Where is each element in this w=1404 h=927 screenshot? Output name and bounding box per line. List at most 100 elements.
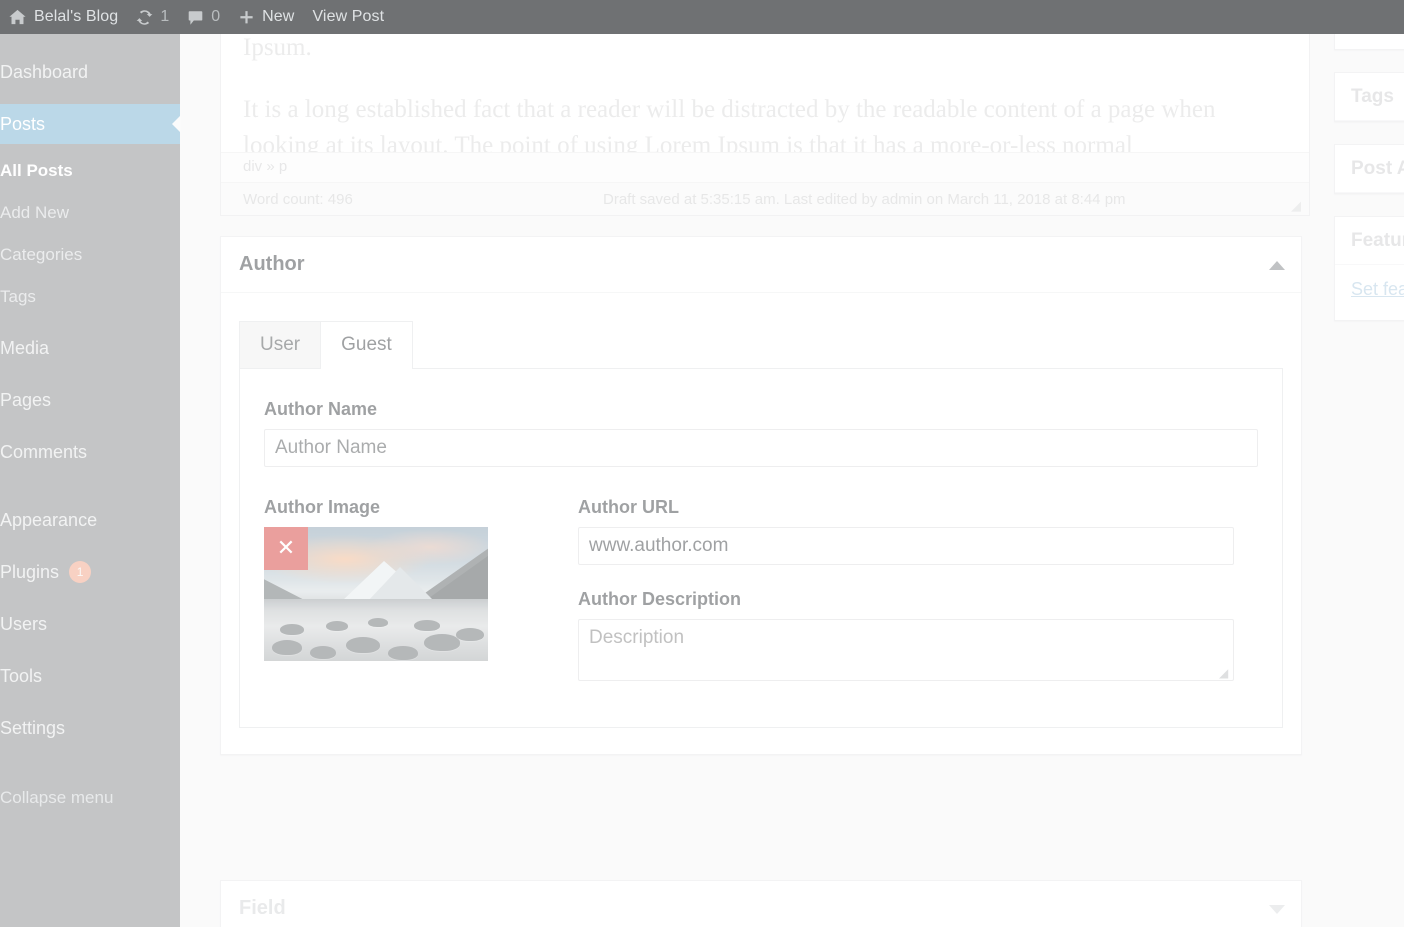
home-icon xyxy=(8,8,27,27)
sidebar-subitem-label: All Posts xyxy=(0,161,73,180)
field-metabox-header[interactable]: Field xyxy=(221,881,1301,927)
remove-image-button[interactable]: ✕ xyxy=(264,526,308,570)
author-url-label: Author URL xyxy=(578,496,679,517)
author-description-textarea[interactable] xyxy=(578,618,1234,681)
admin-bar-site-name[interactable]: Belal's Blog xyxy=(0,0,127,34)
sidebar-item-label: Pages xyxy=(0,389,52,410)
thumbnail-rock xyxy=(414,619,440,631)
new-content-label: New xyxy=(262,8,295,25)
sidebar-item-plugins[interactable]: Plugins 1 xyxy=(0,552,180,592)
tab-user[interactable]: User xyxy=(239,321,322,368)
plugins-update-badge: 1 xyxy=(69,561,92,583)
author-name-field-group: Author Name xyxy=(264,399,1258,467)
menu-divider xyxy=(0,472,180,500)
sidebar-item-pages[interactable]: Pages xyxy=(0,380,180,420)
editor-content[interactable]: Ipsum. It is a long established fact tha… xyxy=(221,30,1309,152)
editor-side-column: Tags Post Attributes Featured Image Set … xyxy=(1334,6,1404,343)
author-image-thumbnail[interactable]: ✕ xyxy=(264,526,488,661)
sidebar-item-settings[interactable]: Settings xyxy=(0,708,180,748)
tab-label: Guest xyxy=(341,334,392,355)
author-description-field-group: Author Description ◢ xyxy=(578,589,1234,681)
collapse-menu-label: Collapse menu xyxy=(0,788,114,807)
chevron-up-icon[interactable] xyxy=(1269,260,1285,270)
post-attributes-box-title[interactable]: Post Attributes xyxy=(1335,145,1404,193)
author-url-field-group: Author URL xyxy=(578,497,1234,565)
admin-bar-new-content[interactable]: New xyxy=(229,0,303,34)
editor-paragraph: Ipsum. xyxy=(243,34,312,61)
comment-bubble-icon xyxy=(187,10,204,25)
featured-image-box-body: Set featured image xyxy=(1335,265,1404,320)
author-name-label: Author Name xyxy=(264,398,378,419)
set-featured-image-link[interactable]: Set featured image xyxy=(1351,279,1404,299)
menu-spacer xyxy=(0,592,180,604)
sidebar-item-media[interactable]: Media xyxy=(0,328,180,368)
thumbnail-mountain-center-inner xyxy=(368,566,434,601)
editor-paragraph: It is a long established fact that a rea… xyxy=(243,96,1216,152)
author-metabox: Author User Guest Author Name Author Nam… xyxy=(220,236,1302,755)
plus-icon xyxy=(238,9,255,26)
sidebar-item-label: Plugins xyxy=(0,561,60,582)
sidebar-item-label: Media xyxy=(0,337,50,358)
guest-tab-panel: Author Name Author Image xyxy=(239,367,1283,728)
menu-spacer xyxy=(0,540,180,552)
menu-spacer xyxy=(0,420,180,432)
thumbnail-rock xyxy=(272,639,302,655)
sidebar-item-label: Dashboard xyxy=(0,61,89,82)
thumbnail-rock xyxy=(326,620,348,631)
thumbnail-rock xyxy=(368,617,388,627)
wordpress-post-editor-screen: Belal's Blog 1 0 New View Post Dashboard… xyxy=(0,0,1404,927)
featured-image-box-title[interactable]: Featured Image xyxy=(1335,217,1404,265)
draft-saved-status: Draft saved at 5:35:15 am. Last edited b… xyxy=(603,190,1126,208)
admin-bar: Belal's Blog 1 0 New View Post xyxy=(0,0,1404,34)
menu-spacer xyxy=(0,696,180,708)
author-image-column: Author Image ✕ xyxy=(264,497,554,681)
word-count: Word count: 496 xyxy=(243,190,353,208)
sidebar-subitem-label: Tags xyxy=(0,287,36,306)
sidebar-subitem-categories[interactable]: Categories xyxy=(0,234,180,276)
sidebar-item-label: Comments xyxy=(0,441,88,462)
author-url-input[interactable] xyxy=(578,526,1234,565)
thumbnail-rock xyxy=(388,645,418,660)
author-tabs: User Guest xyxy=(239,321,1283,369)
chevron-down-icon[interactable] xyxy=(1269,904,1285,914)
author-metabox-header[interactable]: Author xyxy=(221,237,1301,293)
author-image-and-details-row: Author Image ✕ Author URL www.author.com… xyxy=(264,497,1258,681)
main-content-area: Ipsum. It is a long established fact tha… xyxy=(180,30,1404,927)
sidebar-subitem-tags[interactable]: Tags xyxy=(0,276,180,318)
sidebar-item-dashboard[interactable]: Dashboard xyxy=(0,52,180,92)
author-name-input[interactable] xyxy=(264,428,1258,467)
sidebar-submenu-posts: All Posts Add New Categories Tags xyxy=(0,144,180,328)
sidebar-item-users[interactable]: Users xyxy=(0,604,180,644)
thumbnail-rock xyxy=(280,623,304,635)
field-metabox-title: Field xyxy=(239,897,286,919)
collapse-menu-button[interactable]: Collapse menu xyxy=(0,778,180,818)
field-metabox: Field xyxy=(220,880,1302,927)
sidebar-subitem-add-new[interactable]: Add New xyxy=(0,192,180,234)
admin-bar-comments[interactable]: 0 xyxy=(178,0,229,34)
editor-element-path: div » p xyxy=(221,152,1309,182)
tab-guest[interactable]: Guest xyxy=(320,321,413,369)
author-description-label: Author Description xyxy=(578,588,742,609)
post-editor-box: Ipsum. It is a long established fact tha… xyxy=(220,30,1310,216)
view-post-label: View Post xyxy=(312,8,385,25)
sidebar-item-appearance[interactable]: Appearance xyxy=(0,500,180,540)
site-name-label: Belal's Blog xyxy=(34,8,119,25)
menu-spacer xyxy=(0,368,180,380)
sidebar-subitem-label: Categories xyxy=(0,245,83,264)
sidebar-item-posts[interactable]: Posts xyxy=(0,104,181,144)
author-metabox-title: Author xyxy=(239,253,305,275)
updates-count: 1 xyxy=(160,8,170,25)
sidebar-item-tools[interactable]: Tools xyxy=(0,656,180,696)
sidebar-subitem-all-posts[interactable]: All Posts xyxy=(0,150,180,192)
tab-label: User xyxy=(260,334,301,355)
resize-grip-icon[interactable]: ◢ xyxy=(1291,199,1305,213)
sidebar-item-comments[interactable]: Comments xyxy=(0,432,180,472)
post-attributes-box: Post Attributes xyxy=(1334,144,1404,194)
author-image-label: Author Image xyxy=(264,496,381,517)
menu-divider xyxy=(0,92,180,104)
tags-box-title[interactable]: Tags xyxy=(1335,73,1404,121)
comments-count: 0 xyxy=(211,8,221,25)
admin-bar-view-post[interactable]: View Post xyxy=(303,0,393,34)
sidebar-item-label: Posts xyxy=(0,113,46,134)
admin-bar-updates[interactable]: 1 xyxy=(127,0,178,34)
